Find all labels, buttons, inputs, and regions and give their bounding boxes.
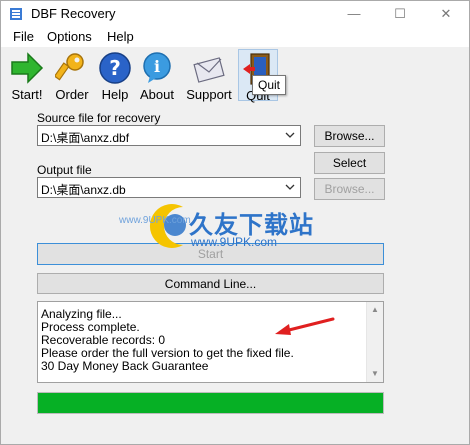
watermark-small-url: www.9UPK.com: [119, 215, 191, 226]
select-folder-button[interactable]: Select folder...: [314, 152, 385, 190]
support-tool-button[interactable]: Support: [183, 49, 235, 102]
log-textbox[interactable]: Analyzing file... Process complete. Reco…: [37, 301, 384, 383]
order-tool-label: Order: [55, 87, 89, 102]
svg-text:i: i: [154, 57, 160, 76]
log-line: Analyzing file...: [41, 307, 122, 321]
watermark-logo-icon: [149, 204, 186, 248]
question-icon: ?: [99, 52, 131, 84]
close-button[interactable]: ✕: [423, 1, 469, 27]
mail-icon: [193, 57, 225, 83]
chevron-down-icon[interactable]: [283, 128, 297, 143]
watermark-url: www.9UPK.com: [191, 235, 278, 249]
log-line: 30 Day Money Back Guarantee: [41, 359, 209, 373]
command-line-button[interactable]: Command Line...: [37, 273, 384, 294]
quit-tooltip: Quit: [252, 75, 286, 95]
start-tool-button[interactable]: Start!: [7, 49, 47, 102]
progress-fill: [38, 393, 383, 413]
minimize-button[interactable]: —: [331, 1, 377, 27]
help-tool-button[interactable]: ? Help: [97, 49, 133, 102]
log-line: Recoverable records: 0: [41, 333, 166, 347]
menu-help[interactable]: Help: [107, 29, 134, 44]
chevron-down-icon[interactable]: [283, 180, 297, 195]
watermark: www.9UPK.com 久友下载站 www.9UPK.com: [119, 199, 349, 269]
start-tool-label: Start!: [11, 87, 43, 102]
menu-options[interactable]: Options: [47, 29, 92, 44]
title-bar: DBF Recovery — ☐ ✕: [1, 1, 469, 27]
menu-file[interactable]: File: [13, 29, 34, 44]
output-file-combo[interactable]: D:\桌面\anxz.db: [37, 177, 301, 198]
maximize-button[interactable]: ☐: [377, 1, 423, 27]
key-icon: [55, 53, 84, 81]
toolbar: Start! Order ? Help i About Support Quit: [1, 47, 469, 103]
support-tool-label: Support: [186, 87, 232, 102]
app-icon: [10, 8, 22, 20]
output-file-value: D:\桌面\anxz.db: [41, 183, 126, 197]
scroll-down-icon[interactable]: ▼: [367, 366, 383, 382]
source-browse-button[interactable]: Browse...: [314, 125, 385, 147]
order-tool-button[interactable]: Order: [51, 49, 93, 102]
source-file-label: Source file for recovery: [37, 111, 161, 125]
log-line: Process complete.: [41, 320, 140, 334]
info-icon: i: [143, 52, 171, 83]
log-line: Please order the full version to get the…: [41, 346, 294, 360]
green-arrow-icon: [11, 52, 44, 84]
source-file-combo[interactable]: D:\桌面\anxz.dbf: [37, 125, 301, 146]
log-scrollbar[interactable]: ▲ ▼: [366, 302, 383, 382]
help-tool-label: Help: [101, 87, 129, 102]
output-file-label: Output file: [37, 163, 92, 177]
window-title: DBF Recovery: [31, 6, 116, 21]
scroll-up-icon[interactable]: ▲: [367, 302, 383, 318]
output-browse-button[interactable]: Browse...: [314, 178, 385, 200]
progress-bar: [37, 392, 384, 414]
about-tool-button[interactable]: i About: [137, 49, 177, 102]
annotation-arrow-icon: [275, 317, 335, 335]
about-tool-label: About: [140, 87, 174, 102]
svg-text:?: ?: [109, 56, 121, 80]
menu-bar: File Options Help: [1, 27, 469, 47]
source-file-value: D:\桌面\anxz.dbf: [41, 131, 130, 145]
app-window: DBF Recovery — ☐ ✕ File Options Help Sta…: [0, 0, 470, 445]
